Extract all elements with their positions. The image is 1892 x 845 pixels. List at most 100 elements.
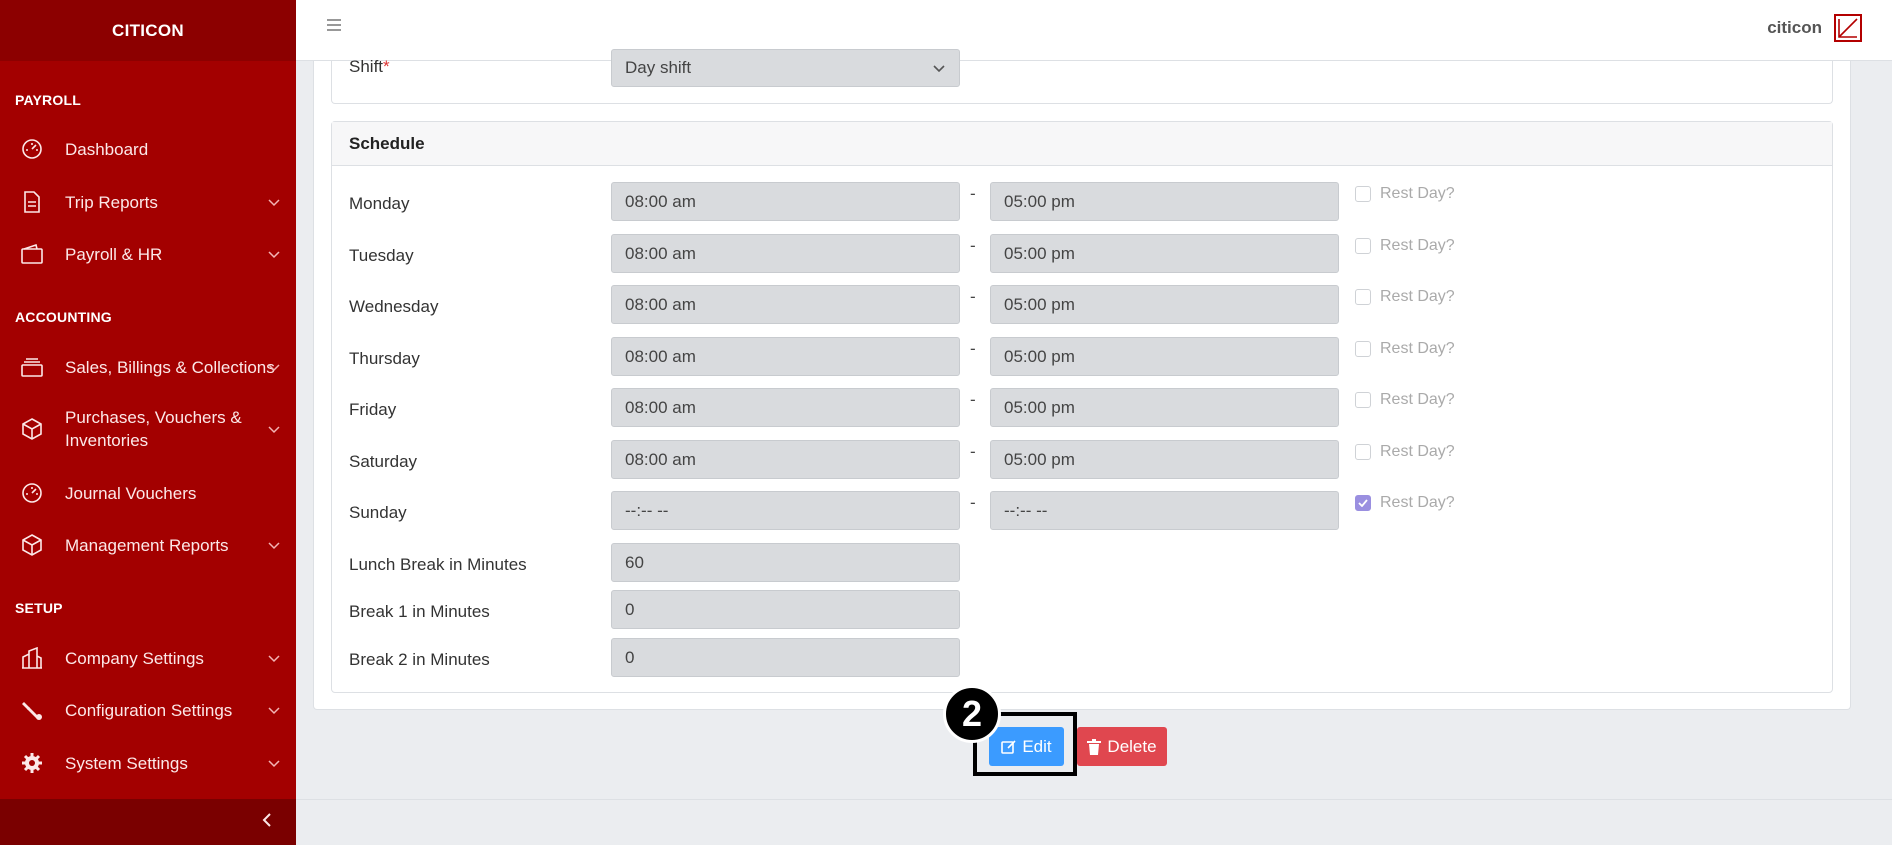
sidebar-item-label: Configuration Settings	[65, 700, 233, 720]
sidebar-item-payroll-hr[interactable]: Payroll & HR	[0, 242, 296, 266]
schedule-section: Schedule Monday 08:00 am - 05:00 pm Rest…	[331, 121, 1833, 693]
chevron-down-icon	[268, 357, 280, 377]
sidebar-item-label: Dashboard	[65, 139, 149, 159]
wednesday-start-input[interactable]: 08:00 am	[611, 285, 960, 324]
friday-start-input[interactable]: 08:00 am	[611, 388, 960, 427]
sidebar-collapse-bar	[0, 799, 296, 845]
separator-dash: -	[970, 442, 976, 461]
sidebar-item-label: Trip Reports	[65, 192, 158, 212]
thursday-start-input[interactable]: 08:00 am	[611, 337, 960, 376]
separator-dash: -	[970, 493, 976, 512]
thursday-rest-day[interactable]: Rest Day?	[1355, 340, 1455, 358]
chevron-down-icon	[268, 244, 280, 264]
sidebar-item-label: System Settings	[65, 753, 188, 773]
shift-select[interactable]: Day shift	[611, 49, 960, 87]
gauge-icon	[20, 137, 44, 161]
day-label-wednesday: Wednesday	[349, 297, 439, 316]
schedule-title: Schedule	[332, 122, 1832, 166]
wednesday-rest-day[interactable]: Rest Day?	[1355, 288, 1455, 306]
rest-day-checkbox[interactable]	[1355, 186, 1371, 202]
friday-rest-day[interactable]: Rest Day?	[1355, 391, 1455, 409]
sunday-start-input[interactable]: --:-- --	[611, 491, 960, 530]
sidebar: CITICON PAYROLL Dashboard Trip Reports P…	[0, 0, 296, 845]
wrench-icon	[20, 698, 44, 722]
separator-dash: -	[970, 184, 976, 203]
sunday-rest-day[interactable]: Rest Day?	[1355, 494, 1455, 512]
tuesday-end-input[interactable]: 05:00 pm	[990, 234, 1339, 273]
shift-select-value: Day shift	[625, 58, 692, 77]
sidebar-item-label: Purchases, Vouchers & Inventories	[65, 408, 242, 450]
day-label-monday: Monday	[349, 194, 410, 213]
wednesday-end-input[interactable]: 05:00 pm	[990, 285, 1339, 324]
building-icon	[20, 646, 44, 670]
separator-dash: -	[970, 236, 976, 255]
footer-divider	[296, 799, 1892, 800]
separator-dash: -	[970, 287, 976, 306]
rest-day-checkbox[interactable]	[1355, 392, 1371, 408]
saturday-start-input[interactable]: 08:00 am	[611, 440, 960, 479]
section-setup: SETUP	[15, 600, 63, 616]
rest-day-checkbox[interactable]	[1355, 341, 1371, 357]
tuesday-start-input[interactable]: 08:00 am	[611, 234, 960, 273]
chevron-left-icon[interactable]	[262, 812, 272, 833]
shift-label: Shift*	[349, 57, 390, 76]
rest-day-checkbox[interactable]	[1355, 289, 1371, 305]
day-label-sunday: Sunday	[349, 503, 407, 522]
friday-end-input[interactable]: 05:00 pm	[990, 388, 1339, 427]
chevron-down-icon	[268, 419, 280, 439]
sidebar-item-configuration-settings[interactable]: Configuration Settings	[0, 698, 296, 722]
lunch-break-input[interactable]: 60	[611, 543, 960, 582]
monday-start-input[interactable]: 08:00 am	[611, 182, 960, 221]
check-icon	[1358, 499, 1368, 507]
sidebar-item-purchases[interactable]: Purchases, Vouchers & Inventories	[0, 405, 296, 453]
sidebar-item-journal-vouchers[interactable]: Journal Vouchers	[0, 481, 296, 505]
step-number-badge: 2	[943, 685, 1001, 743]
sidebar-item-company-settings[interactable]: Company Settings	[0, 646, 296, 670]
box-icon	[20, 533, 44, 557]
sidebar-item-label: Company Settings	[65, 648, 204, 668]
sidebar-item-dashboard[interactable]: Dashboard	[0, 137, 296, 161]
monday-rest-day[interactable]: Rest Day?	[1355, 185, 1455, 203]
chevron-down-icon	[933, 58, 945, 78]
brand-logo[interactable]: CITICON	[0, 0, 296, 61]
gear-icon	[20, 751, 44, 775]
avatar[interactable]	[1834, 14, 1862, 42]
saturday-end-input[interactable]: 05:00 pm	[990, 440, 1339, 479]
break2-input[interactable]: 0	[611, 638, 960, 677]
thursday-end-input[interactable]: 05:00 pm	[990, 337, 1339, 376]
saturday-rest-day[interactable]: Rest Day?	[1355, 443, 1455, 461]
chevron-down-icon	[268, 700, 280, 720]
sidebar-item-management-reports[interactable]: Management Reports	[0, 533, 296, 557]
monday-end-input[interactable]: 05:00 pm	[990, 182, 1339, 221]
tuesday-rest-day[interactable]: Rest Day?	[1355, 237, 1455, 255]
sidebar-item-sales[interactable]: Sales, Billings & Collections	[0, 355, 296, 379]
break2-label: Break 2 in Minutes	[349, 650, 490, 669]
hamburger-menu-icon[interactable]	[326, 18, 342, 37]
separator-dash: -	[970, 339, 976, 358]
break1-input[interactable]: 0	[611, 590, 960, 629]
sidebar-item-trip-reports[interactable]: Trip Reports	[0, 190, 296, 214]
delete-button[interactable]: Delete	[1077, 727, 1167, 766]
chevron-down-icon	[268, 648, 280, 668]
break1-label: Break 1 in Minutes	[349, 602, 490, 621]
sunday-end-input[interactable]: --:-- --	[990, 491, 1339, 530]
rest-day-checkbox[interactable]	[1355, 444, 1371, 460]
chevron-down-icon	[268, 535, 280, 555]
rest-day-checkbox-checked[interactable]	[1355, 495, 1371, 511]
day-label-thursday: Thursday	[349, 349, 420, 368]
chevron-down-icon	[268, 192, 280, 212]
user-name[interactable]: citicon	[1767, 18, 1822, 38]
sidebar-item-label: Journal Vouchers	[65, 483, 197, 503]
trash-icon	[1087, 738, 1102, 755]
sidebar-item-system-settings[interactable]: System Settings	[0, 751, 296, 775]
rest-day-checkbox[interactable]	[1355, 238, 1371, 254]
gauge-icon	[20, 481, 44, 505]
sidebar-item-label: Management Reports	[65, 535, 229, 555]
section-accounting: ACCOUNTING	[15, 309, 112, 325]
lunch-break-label: Lunch Break in Minutes	[349, 555, 527, 574]
sidebar-item-label: Payroll & HR	[65, 244, 163, 264]
section-payroll: PAYROLL	[15, 92, 81, 108]
sidebar-item-label: Sales, Billings & Collections	[65, 357, 275, 377]
topbar: citicon	[296, 0, 1892, 61]
day-label-saturday: Saturday	[349, 452, 418, 471]
